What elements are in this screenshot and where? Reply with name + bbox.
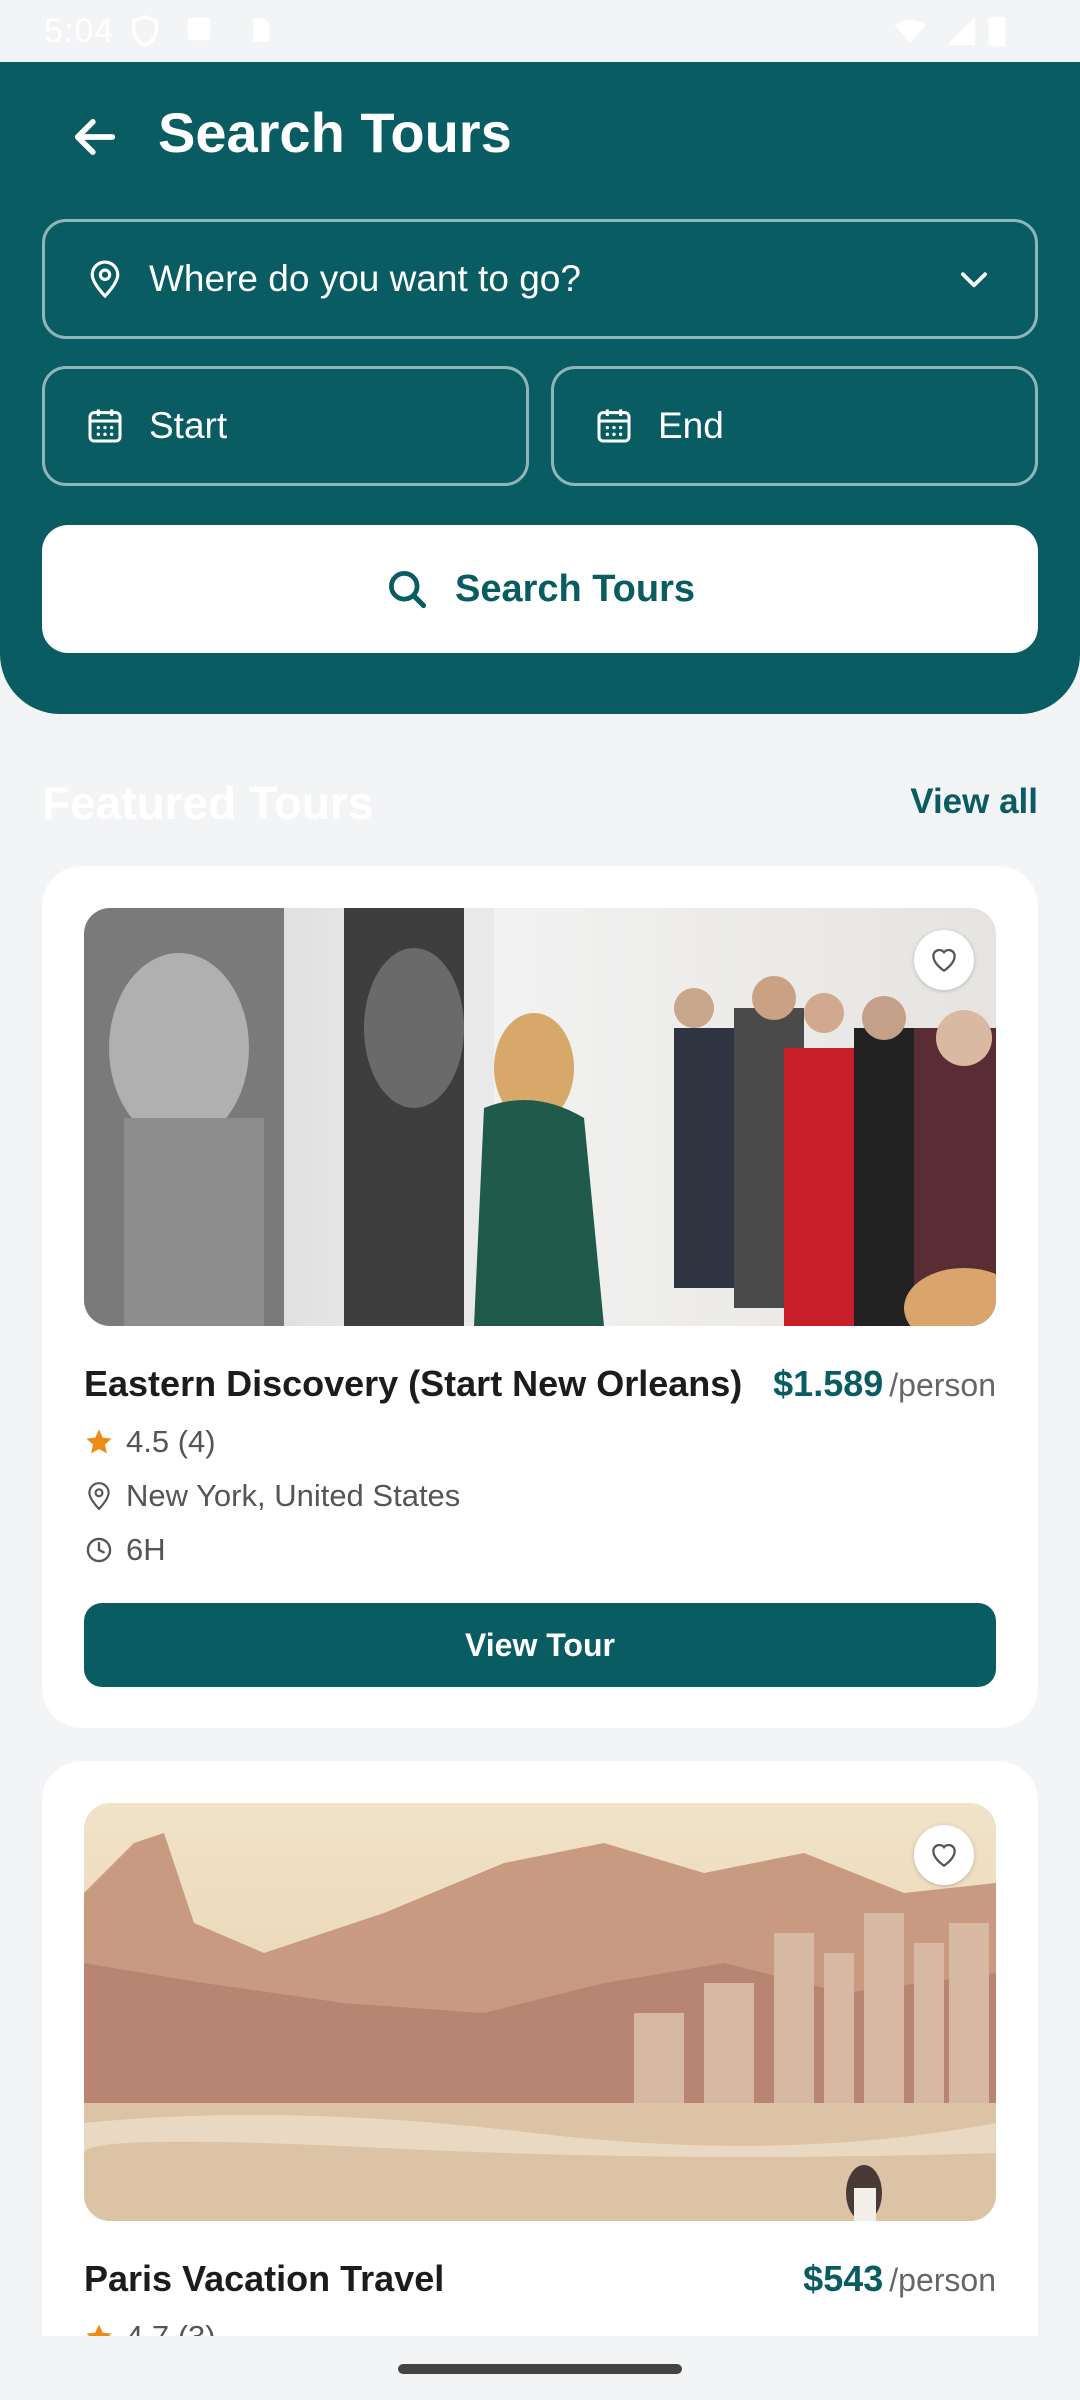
start-label: Start [149, 405, 228, 446]
location-pin-icon [83, 257, 127, 301]
favorite-button[interactable] [914, 930, 974, 990]
tour-duration: 6H [84, 1532, 166, 1568]
price-unit: /person [889, 1367, 996, 1403]
home-gesture-handle[interactable] [398, 2364, 682, 2374]
end-date-field[interactable]: End [551, 366, 1038, 486]
shield-icon [131, 14, 159, 48]
contact-icon [187, 17, 211, 41]
search-header: Search Tours Where do you want to go? St… [0, 62, 1080, 714]
tour-rating: 4.5 (4) [84, 1424, 216, 1460]
tour-name[interactable]: Eastern Discovery (Start New Orleans) [84, 1363, 742, 1405]
tour-location: New York, United States [84, 1478, 460, 1514]
tour-image[interactable] [84, 1803, 996, 2221]
end-label: End [658, 405, 724, 446]
destination-select[interactable]: Where do you want to go? [42, 219, 1038, 339]
tour-name[interactable]: Paris Vacation Travel [84, 2258, 444, 2300]
page-title: Search Tours [158, 101, 512, 164]
calendar-icon [592, 404, 636, 448]
status-bar: 5:04 [0, 0, 1080, 62]
star-icon [84, 1427, 114, 1457]
location-text: New York, United States [126, 1478, 461, 1513]
search-icon [385, 567, 429, 611]
heart-icon [932, 948, 956, 973]
beach-photo [84, 1803, 996, 2221]
wifi-icon [894, 20, 926, 43]
rating-text: 4.5 (4) [126, 1424, 216, 1459]
tour-card: Eastern Discovery (Start New Orleans) $1… [42, 866, 1038, 1728]
tour-price: $1.589/person [773, 1363, 996, 1405]
duration-text: 6H [126, 1532, 166, 1567]
search-button-label: Search Tours [454, 567, 696, 610]
heart-icon [932, 1843, 956, 1868]
signal-icon [946, 16, 976, 46]
sd-card-icon [253, 18, 270, 42]
status-time: 5:04 [44, 12, 115, 50]
view-all-link[interactable]: View all [910, 782, 1038, 822]
tour-price: $543/person [803, 2258, 996, 2300]
price-unit: /person [889, 2262, 996, 2298]
clock-icon [84, 1535, 114, 1565]
location-pin-icon [84, 1481, 114, 1511]
search-tours-button[interactable]: Search Tours [42, 525, 1038, 653]
gallery-photo [84, 908, 996, 1326]
chevron-down-icon [961, 272, 987, 288]
tour-card: Paris Vacation Travel $543/person 4.7 (3… [42, 1761, 1038, 2400]
price-value: $543 [803, 2258, 884, 2299]
arrow-left-icon [74, 119, 116, 155]
section-title: Featured Tours [42, 777, 374, 829]
destination-placeholder: Where do you want to go? [149, 258, 581, 299]
favorite-button[interactable] [914, 1825, 974, 1885]
battery-icon [988, 16, 1006, 47]
tour-image[interactable] [84, 908, 996, 1326]
start-date-field[interactable]: Start [42, 366, 529, 486]
navigation-bar [0, 2336, 1080, 2400]
back-button[interactable] [60, 102, 130, 172]
calendar-icon [83, 404, 127, 448]
view-tour-button[interactable]: View Tour [84, 1603, 996, 1687]
price-value: $1.589 [773, 1363, 884, 1404]
